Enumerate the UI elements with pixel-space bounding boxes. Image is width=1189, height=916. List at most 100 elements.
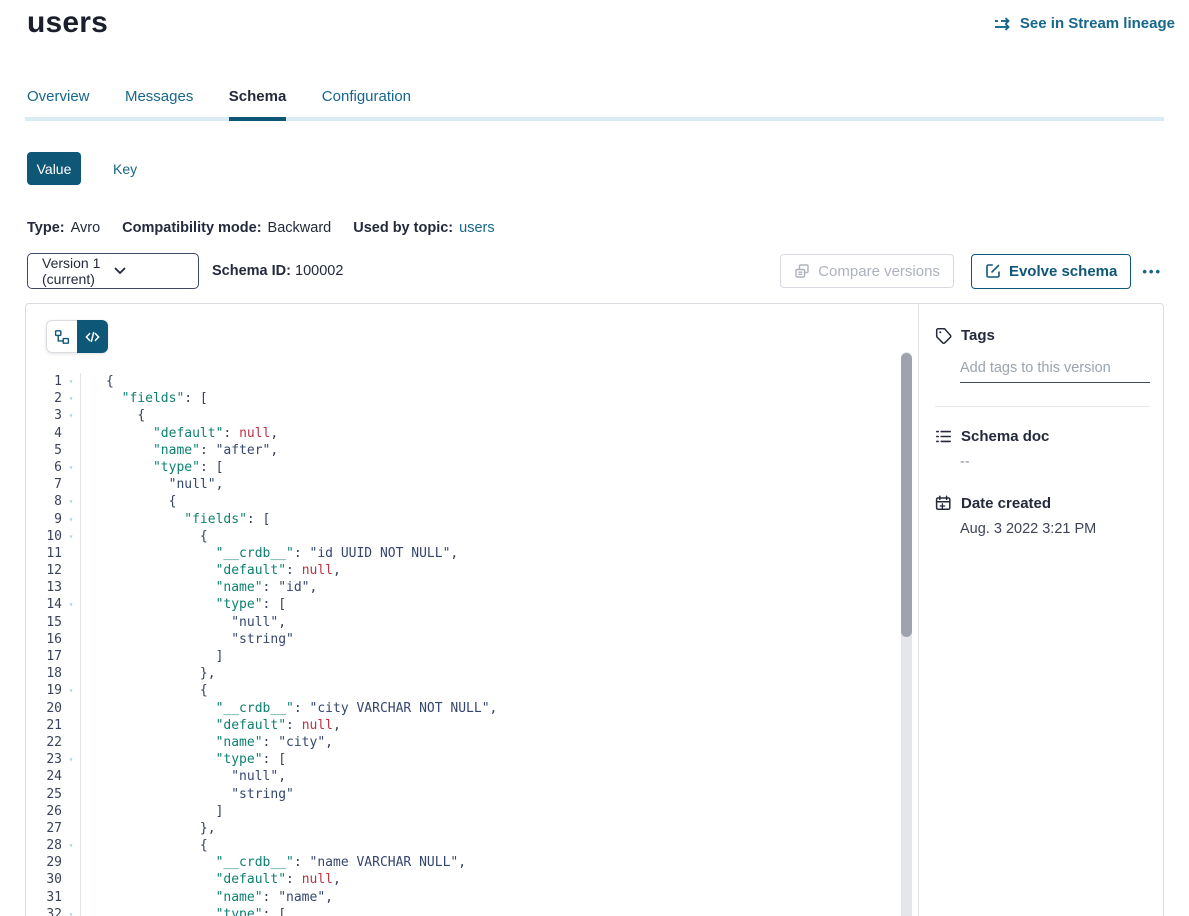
code-line: { [106, 682, 497, 699]
fold-icon [62, 700, 80, 717]
line-number: 20 [40, 700, 62, 717]
gutter-line: 21 [40, 717, 80, 734]
fold-icon[interactable]: ▾ [62, 837, 80, 854]
chevron-down-icon [114, 267, 186, 275]
fold-icon [62, 889, 80, 906]
line-number: 18 [40, 665, 62, 682]
fold-icon[interactable]: ▾ [62, 682, 80, 699]
gutter-line: 23▾ [40, 751, 80, 768]
evolve-schema-button[interactable]: Evolve schema [971, 254, 1131, 289]
gutter-line: 14▾ [40, 596, 80, 613]
tab-configuration[interactable]: Configuration [322, 88, 411, 117]
fold-icon[interactable]: ▾ [62, 493, 80, 510]
code-line: "default": null, [106, 425, 497, 442]
gutter-line: 5 [40, 442, 80, 459]
versions-copy-icon [794, 263, 810, 279]
add-tags-input[interactable] [960, 358, 1150, 383]
code-view-button[interactable] [77, 320, 108, 353]
fold-icon [62, 871, 80, 888]
editor-scrollbar-thumb[interactable] [901, 353, 912, 637]
sidebar-divider [935, 406, 1150, 407]
line-number: 21 [40, 717, 62, 734]
fold-icon[interactable]: ▾ [62, 511, 80, 528]
fold-icon [62, 425, 80, 442]
line-number: 26 [40, 803, 62, 820]
code-line: "name": "after", [106, 442, 497, 459]
gutter-line: 28▾ [40, 837, 80, 854]
code-line: "null", [106, 768, 497, 785]
code-line: "default": null, [106, 871, 497, 888]
fold-icon [62, 476, 80, 493]
gutter-line: 30 [40, 871, 80, 888]
more-actions-button[interactable]: ••• [1140, 260, 1164, 283]
code-line: "type": [ [106, 596, 497, 613]
line-number: 15 [40, 614, 62, 631]
fold-icon[interactable]: ▾ [62, 528, 80, 545]
code-line: "name": "name", [106, 889, 497, 906]
stream-lineage-link[interactable]: See in Stream lineage [994, 15, 1175, 32]
editor-code: { "fields": [ { "default": null, "name":… [81, 373, 497, 916]
code-line: "name": "city", [106, 734, 497, 751]
code-line: }, [106, 665, 497, 682]
type-label: Type: [27, 220, 65, 236]
schema-doc-header: Schema doc [935, 428, 1150, 445]
code-line: "type": [ [106, 751, 497, 768]
code-line: "type": [ [106, 906, 497, 916]
fold-icon[interactable]: ▾ [62, 373, 80, 390]
code-line: { [106, 373, 497, 390]
value-tab-button[interactable]: Value [27, 152, 81, 185]
version-select[interactable]: Version 1 (current) [27, 253, 199, 289]
topic-link[interactable]: users [459, 220, 494, 236]
line-number: 1 [40, 373, 62, 390]
gutter-line: 4 [40, 425, 80, 442]
line-number: 27 [40, 820, 62, 837]
tab-overview[interactable]: Overview [27, 88, 90, 117]
line-number: 14 [40, 596, 62, 613]
compatibility-label: Compatibility mode: [122, 220, 261, 236]
gutter-line: 18 [40, 665, 80, 682]
fold-icon[interactable]: ▾ [62, 407, 80, 424]
tree-view-button[interactable] [46, 320, 77, 353]
line-number: 17 [40, 648, 62, 665]
code-line: { [106, 528, 497, 545]
gutter-line: 24 [40, 768, 80, 785]
schema-json-editor[interactable]: 1▾2▾3▾456▾78▾9▾10▾11121314▾1516171819▾20… [26, 373, 900, 916]
gutter-line: 19▾ [40, 682, 80, 699]
tab-schema[interactable]: Schema [229, 88, 287, 121]
tab-messages[interactable]: Messages [125, 88, 193, 117]
code-line: ] [106, 803, 497, 820]
fold-icon[interactable]: ▾ [62, 906, 80, 916]
code-line: }, [106, 820, 497, 837]
gutter-line: 26 [40, 803, 80, 820]
line-number: 6 [40, 459, 62, 476]
fold-icon[interactable]: ▾ [62, 596, 80, 613]
line-number: 16 [40, 631, 62, 648]
fold-icon[interactable]: ▾ [62, 459, 80, 476]
key-tab-button[interactable]: Key [105, 161, 145, 177]
code-line: { [106, 407, 497, 424]
code-line: ] [106, 648, 497, 665]
line-number: 9 [40, 511, 62, 528]
line-number: 31 [40, 889, 62, 906]
compare-versions-button[interactable]: Compare versions [780, 254, 954, 288]
fold-icon[interactable]: ▾ [62, 751, 80, 768]
page-title: users [27, 6, 108, 40]
doc-list-icon [935, 428, 952, 445]
fold-icon [62, 648, 80, 665]
fold-icon [62, 854, 80, 871]
gutter-line: 11 [40, 545, 80, 562]
tags-section-header: Tags [935, 327, 1150, 344]
fold-icon [62, 665, 80, 682]
schema-meta: Type: Avro Compatibility mode: Backward … [27, 220, 495, 236]
fold-icon[interactable]: ▾ [62, 390, 80, 407]
gutter-line: 9▾ [40, 511, 80, 528]
editor-scrollbar[interactable] [901, 352, 912, 916]
line-number: 13 [40, 579, 62, 596]
date-created-value: Aug. 3 2022 3:21 PM [960, 521, 1150, 537]
code-line: "__crdb__": "id UUID NOT NULL", [106, 545, 497, 562]
gutter-line: 3▾ [40, 407, 80, 424]
fold-icon [62, 820, 80, 837]
fold-icon [62, 631, 80, 648]
gutter-line: 29 [40, 854, 80, 871]
schema-id: Schema ID: 100002 [212, 263, 343, 279]
